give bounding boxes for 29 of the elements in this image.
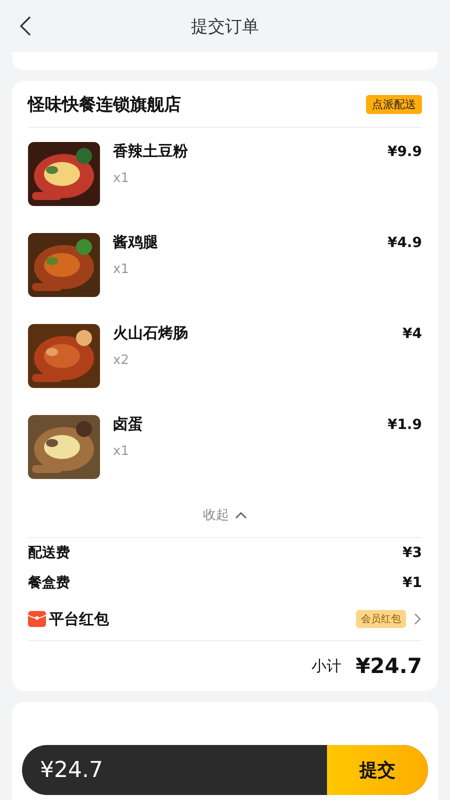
subtotal-label: 小计	[312, 656, 342, 676]
submit-button[interactable]: 提交	[327, 745, 428, 795]
item-price: ¥1.9	[387, 417, 422, 435]
coupon-tag[interactable]: 会员红包	[356, 610, 406, 628]
chevron-up-icon[interactable]	[235, 510, 247, 518]
collapse-button[interactable]: 收起	[28, 492, 422, 538]
item-name: 卤蛋	[113, 415, 144, 434]
subtotal-value: ¥24.7	[356, 654, 422, 678]
item-quantity: x1	[113, 171, 130, 186]
item-name: 香辣土豆粉	[113, 142, 189, 161]
fee-label: 配送费	[28, 544, 70, 562]
envelope-icon	[28, 611, 46, 627]
item-price: ¥9.9	[387, 144, 422, 162]
item-price: ¥4	[402, 326, 422, 344]
coupon-label: 平台红包	[49, 610, 110, 628]
item-quantity: x1	[113, 444, 130, 459]
item-quantity: x1	[113, 262, 130, 277]
item-price: ¥4.9	[387, 235, 422, 253]
fee-value: ¥1	[402, 575, 422, 591]
item-quantity: x2	[113, 353, 130, 368]
fee-label: 餐盒费	[28, 574, 70, 592]
fee-value: ¥3	[402, 545, 422, 561]
chevron-right-icon[interactable]	[414, 613, 422, 625]
item-name: 火山石烤肠	[113, 324, 189, 343]
total-price: ¥24.7	[39, 756, 104, 784]
page-title: 提交订单	[191, 16, 259, 38]
delivery-tag: 点派配送	[366, 94, 422, 114]
item-name: 酱鸡腿	[113, 233, 159, 252]
store-name: 怪味快餐连锁旗舰店	[28, 94, 181, 116]
